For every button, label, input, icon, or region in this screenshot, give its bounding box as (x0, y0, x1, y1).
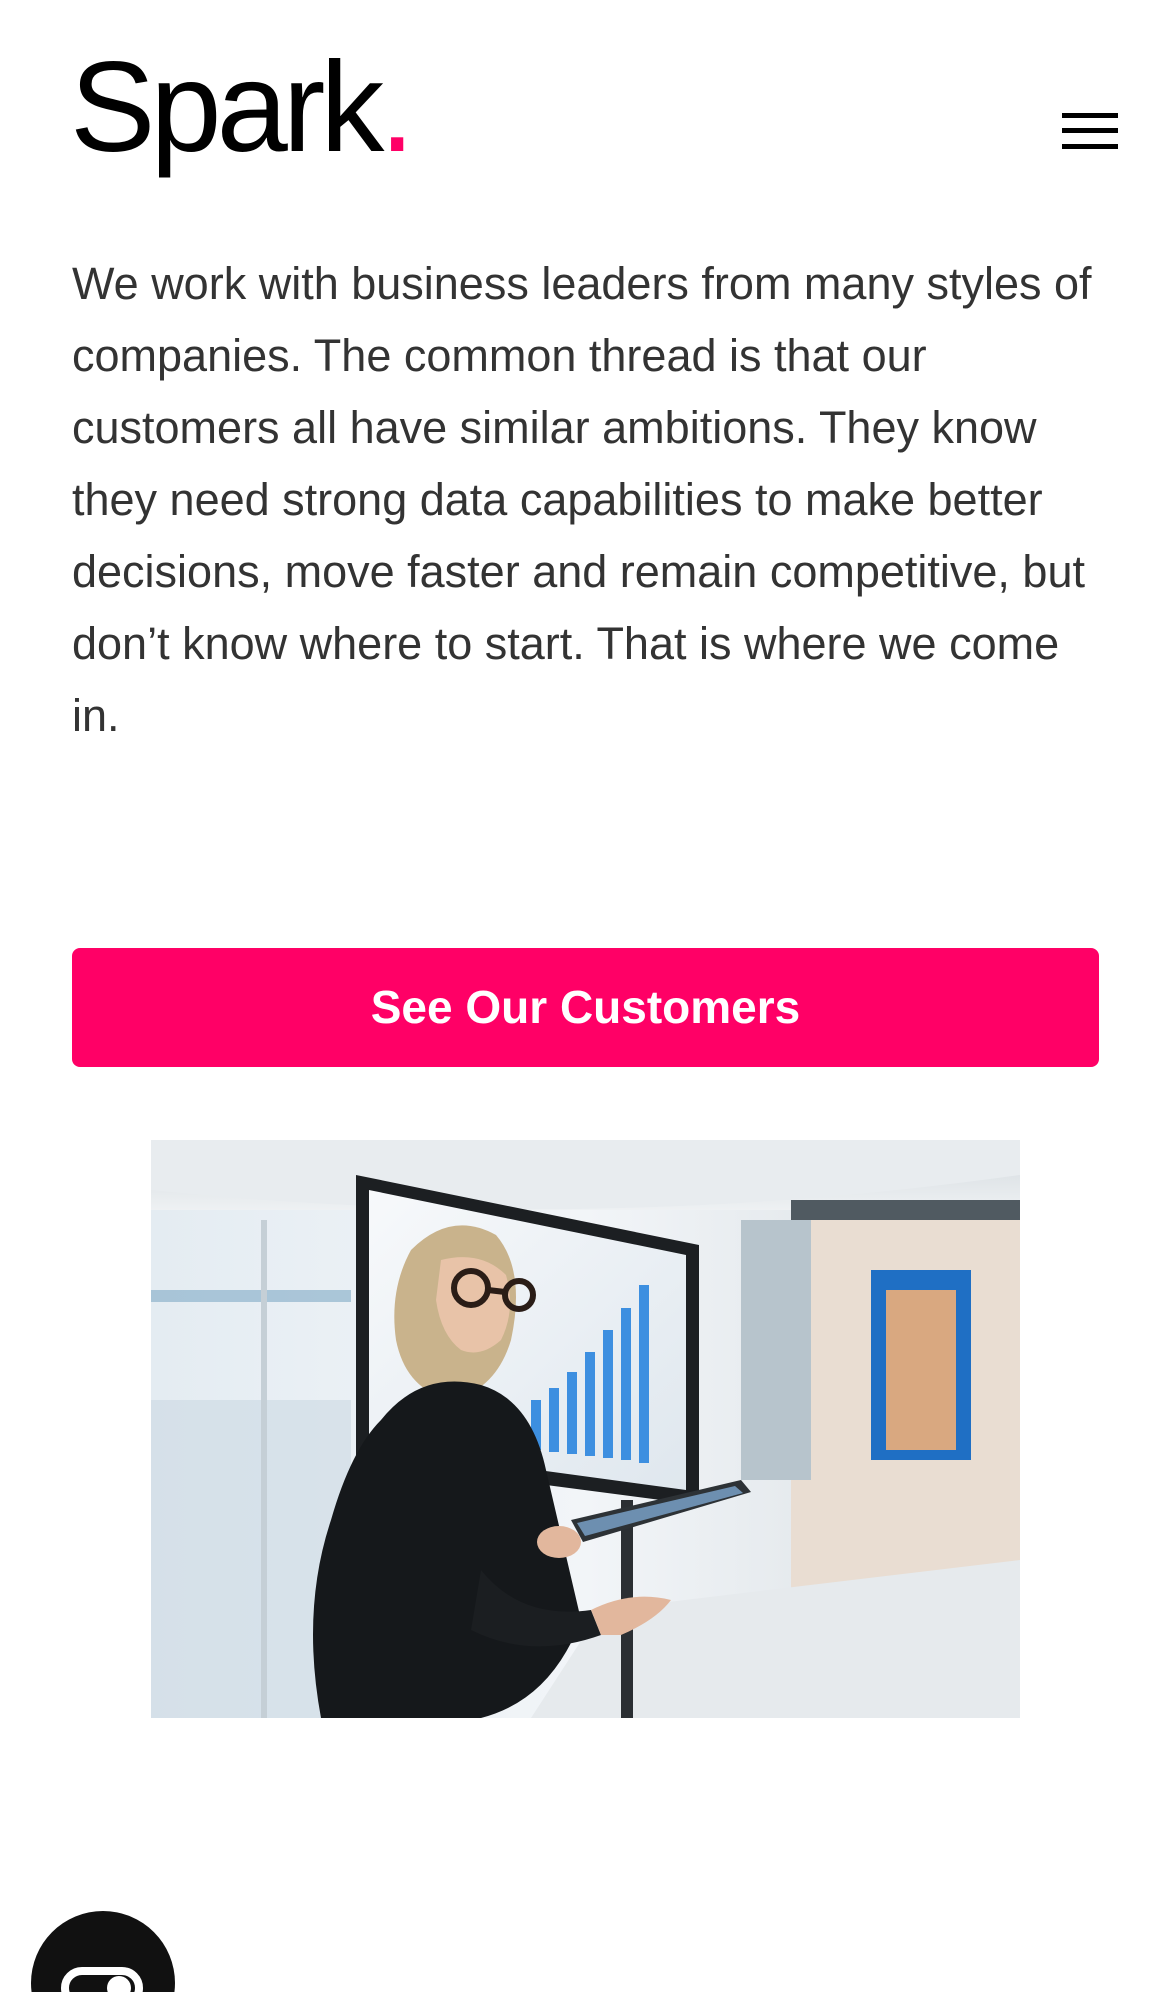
chat-widget-icon[interactable] (31, 1911, 175, 1992)
menu-bar (1062, 113, 1118, 118)
hamburger-menu-icon[interactable] (1062, 108, 1120, 156)
see-our-customers-button[interactable]: See Our Customers (72, 948, 1099, 1067)
logo-text: Spark (70, 36, 384, 179)
intro-paragraph: We work with business leaders from many … (72, 258, 1092, 741)
menu-bar (1062, 144, 1118, 149)
logo[interactable]: Spark. (70, 44, 415, 172)
presentation-photo (151, 1140, 1020, 1718)
logo-dot: . (379, 36, 415, 179)
site-header: Spark. (0, 0, 1170, 230)
menu-bar (1062, 128, 1118, 133)
page: Spark. We work with business leaders fro… (0, 0, 1170, 1992)
